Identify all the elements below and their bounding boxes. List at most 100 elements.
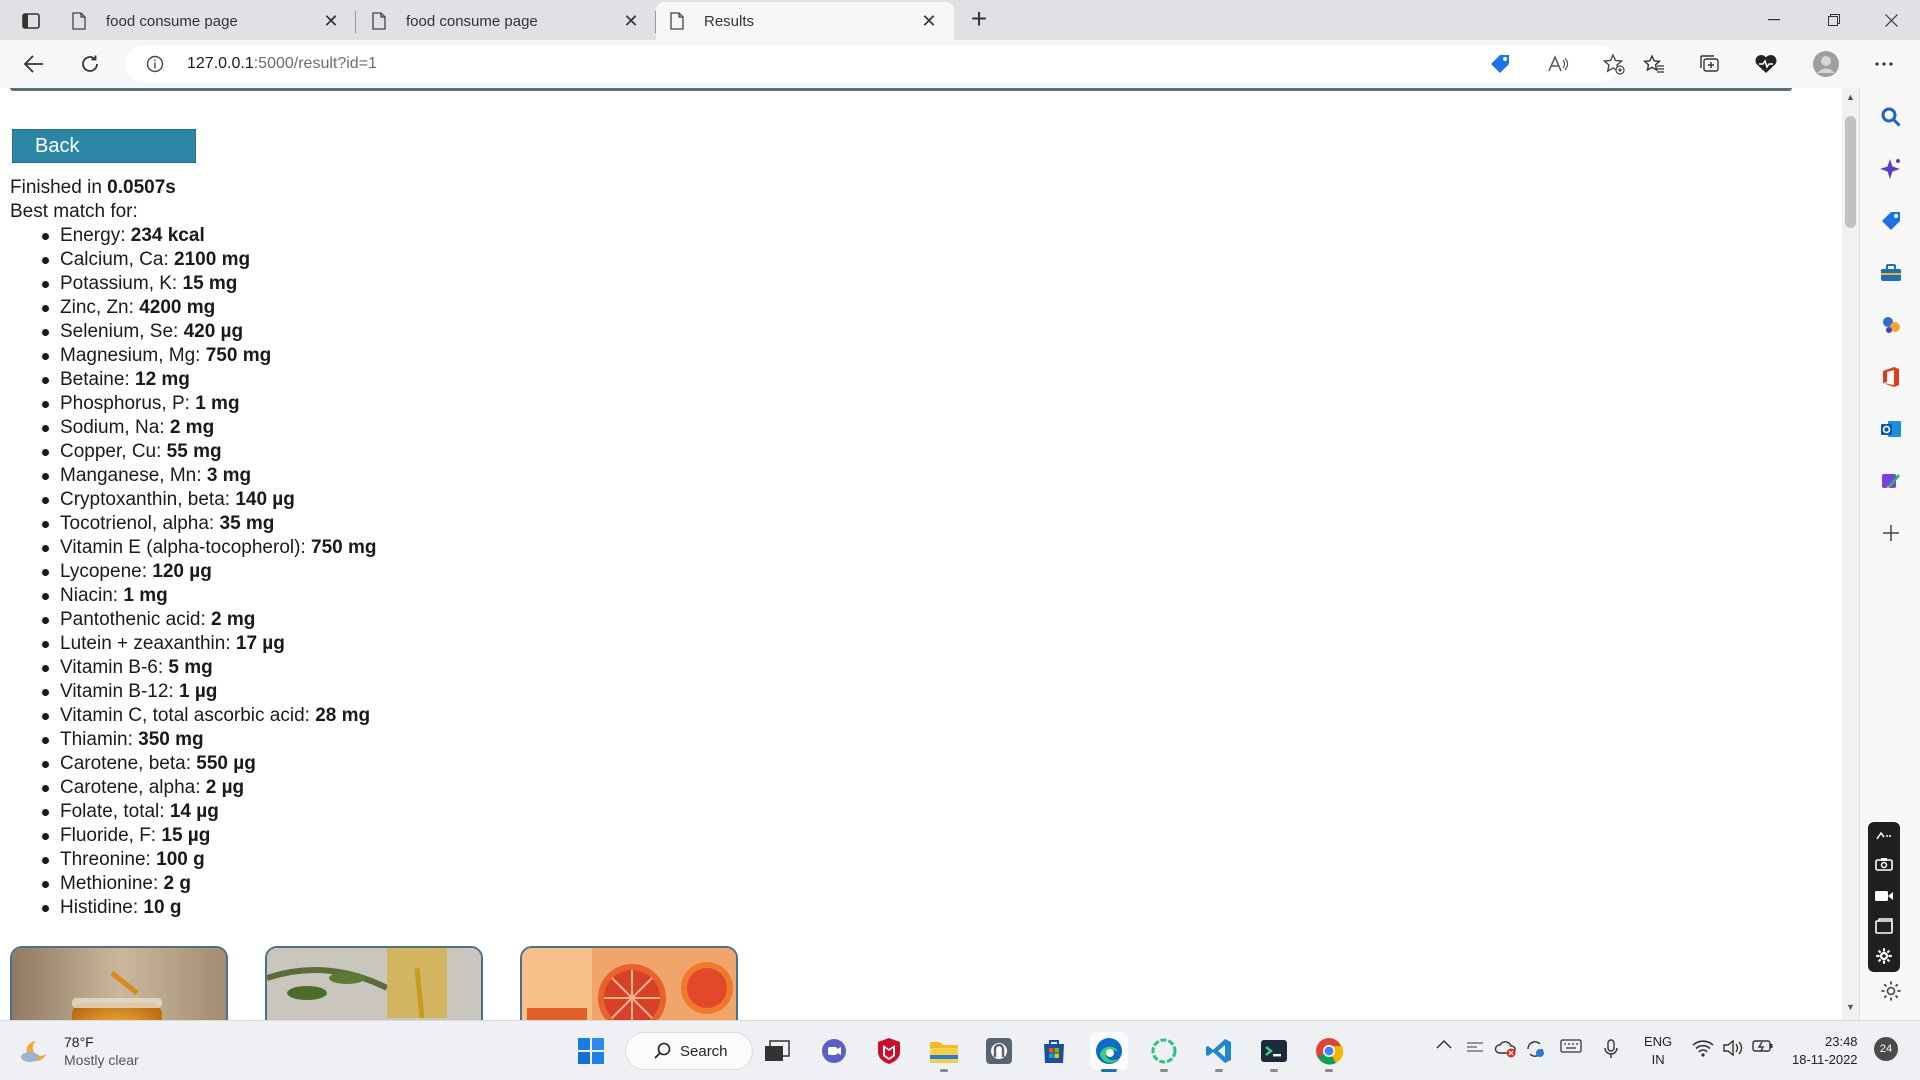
nutrient-name: Magnesium, Mg: [60,345,206,366]
collections-icon[interactable] [1692,48,1728,80]
page-icon [670,11,690,31]
restore-button[interactable] [1805,0,1863,40]
site-info-icon[interactable] [146,55,164,78]
url-text[interactable]: 127.0.0.1:5000/result?id=1 [187,55,377,73]
add-favorite-icon[interactable] [1600,51,1628,77]
more-menu-icon[interactable] [1866,48,1902,80]
language-code: ENG [1644,1034,1673,1049]
notification-badge[interactable]: 24 [1874,1037,1898,1061]
close-tab-icon[interactable]: ✕ [620,10,642,32]
nutrient-item: Histidine: 10 g [10,896,376,920]
refresh-icon[interactable] [72,48,108,80]
olive-oil-image[interactable] [265,946,483,1020]
capture-settings-icon[interactable] [1874,946,1894,966]
address-bar[interactable]: 127.0.0.1:5000/result?id=1 [126,45,1625,83]
vscode-icon[interactable] [1200,1032,1238,1072]
window-capture-icon[interactable] [1874,916,1894,936]
favorites-icon[interactable] [1636,48,1672,80]
sync-icon[interactable] [1524,1039,1546,1059]
nutrient-value: 12 mg [135,369,190,390]
url-host: 127.0.0.1 [187,55,254,72]
outlook-icon[interactable] [1878,416,1904,442]
read-aloud-icon[interactable] [1544,51,1572,77]
shopping-tag-icon[interactable] [1486,51,1514,77]
scrollbar-thumb[interactable] [1845,116,1856,228]
show-hidden-icons-chevron[interactable] [1436,1039,1452,1049]
games-icon[interactable] [1878,312,1904,338]
scroll-down-icon[interactable]: ▼ [1845,1002,1856,1016]
microsoft-store-icon[interactable] [1035,1032,1073,1070]
add-sidebar-app-icon[interactable] [1878,520,1904,546]
new-tab-button[interactable]: + [964,5,994,34]
keyboard-icon[interactable] [1560,1039,1582,1053]
nutrient-name: Cryptoxanthin, beta: [60,489,236,510]
shopping-icon[interactable] [1878,208,1904,234]
start-button[interactable] [572,1032,610,1070]
blood-orange-image[interactable] [520,946,738,1020]
nutrient-value: 2 mg [169,417,215,438]
nutrient-item: Potassium, K: 15 mg [10,272,376,296]
app-icon[interactable] [980,1032,1018,1070]
loading-app-icon[interactable] [1145,1032,1183,1072]
tab-food-consume-1[interactable]: food consume page ✕ [58,2,356,40]
camera-icon[interactable] [1874,854,1894,874]
close-tab-icon[interactable]: ✕ [320,10,342,32]
taskbar-search-label: Search [680,1042,728,1060]
volume-icon[interactable] [1722,1039,1744,1057]
terminal-app-icon[interactable] [1255,1032,1293,1072]
edge-browser-icon[interactable] [1090,1032,1128,1072]
nutrient-item: Fluoride, F: 15 µg [10,824,376,848]
tab-actions-icon[interactable] [14,7,48,35]
nutrient-name: Phosphorus, P: [60,393,196,414]
language-indicator[interactable]: ENG IN [1644,1033,1672,1069]
nutrient-value: 420 µg [183,321,244,342]
honey-jar-image[interactable] [10,946,228,1020]
nutrient-value: 100 g [156,849,205,870]
back-arrow-icon[interactable] [16,48,52,80]
onedrive-icon[interactable] [1494,1039,1518,1059]
sidebar-settings-icon[interactable] [1878,978,1904,1004]
tab-food-consume-2[interactable]: food consume page ✕ [358,2,656,40]
scroll-up-icon[interactable]: ▲ [1845,92,1856,106]
vertical-scrollbar[interactable]: ▲ ▼ [1842,88,1859,1020]
nutrient-value: 350 mg [138,729,204,750]
close-tab-icon[interactable]: ✕ [918,10,940,32]
close-window-button[interactable] [1862,0,1920,40]
nutrient-value: 15 µg [161,825,211,846]
nutrient-value: 10 g [143,897,182,918]
back-button[interactable]: Back [12,129,196,163]
microphone-icon[interactable] [1604,1039,1618,1059]
search-icon[interactable] [1878,104,1904,130]
minimize-button[interactable] [1745,0,1803,40]
tab-strip: food consume page ✕ food consume page ✕ … [0,0,1920,40]
chrome-icon[interactable] [1310,1032,1348,1072]
best-match-label: Best match for: [10,201,138,222]
weather-widget[interactable]: 78°F Mostly clear [20,1033,139,1069]
capture-menu-icon[interactable] [1874,826,1894,846]
page-icon [72,11,92,31]
nutrient-value: 14 µg [169,801,219,822]
tools-icon[interactable] [1878,260,1904,286]
nutrient-name: Calcium, Ca: [60,249,175,270]
taskbar-search-box[interactable]: Search [625,1032,753,1070]
tray-app-icon[interactable] [1466,1039,1484,1055]
system-clock[interactable]: 23:48 18-11-2022 [1792,1033,1858,1069]
nutrient-value: 550 µg [196,753,256,774]
nutrient-list: Energy: 234 kcal Calcium, Ca: 2100 mg Pota… [10,224,376,920]
mcafee-icon[interactable] [870,1032,908,1070]
tab-results[interactable]: Results ✕ [656,2,954,40]
nutrient-item: Folate, total: 14 µg [10,800,376,824]
battery-icon[interactable] [1752,1039,1774,1053]
file-explorer-icon[interactable] [925,1032,963,1072]
teams-chat-icon[interactable] [815,1032,853,1070]
task-view-icon[interactable] [758,1032,796,1070]
nutrient-name: Potassium, K: [60,273,183,294]
designer-icon[interactable] [1878,468,1904,494]
office-icon[interactable] [1878,364,1904,390]
profile-avatar[interactable] [1808,48,1844,80]
wifi-icon[interactable] [1692,1039,1714,1057]
browser-essentials-icon[interactable] [1748,48,1784,80]
video-record-icon[interactable] [1874,886,1894,906]
discover-sparkle-icon[interactable] [1878,156,1904,182]
nutrient-item: Vitamin C, total ascorbic acid: 28 mg [10,704,376,728]
